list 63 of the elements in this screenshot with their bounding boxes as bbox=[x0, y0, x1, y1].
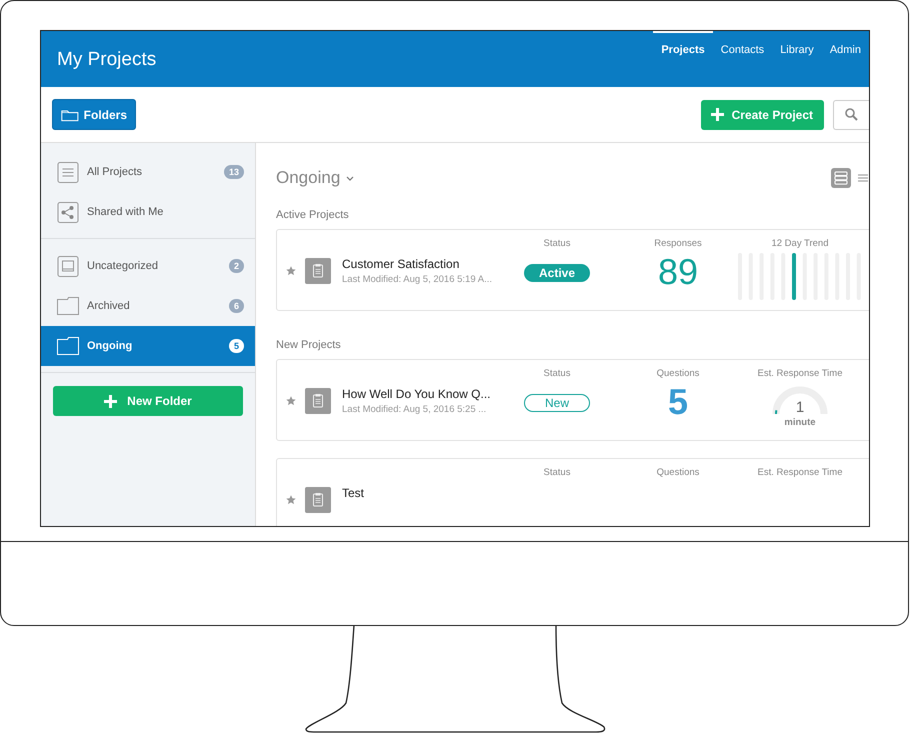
page-title: My Projects bbox=[57, 49, 156, 71]
sidebar-item[interactable]: Shared with Me bbox=[41, 192, 255, 232]
list-icon bbox=[858, 173, 868, 183]
metric-value: 5 bbox=[668, 382, 688, 422]
column-label: Questions bbox=[656, 467, 700, 478]
column-label: Status bbox=[544, 238, 570, 249]
tray-icon bbox=[57, 256, 79, 276]
project-card[interactable]: Test Status Questions Est. Response Time bbox=[276, 458, 869, 526]
column-label: Est. Response Time bbox=[757, 467, 842, 478]
column-label: Status bbox=[544, 467, 570, 478]
chevron-down-icon bbox=[346, 176, 354, 180]
gauge-unit: minute bbox=[784, 417, 816, 428]
folder-icon bbox=[57, 337, 79, 355]
column-label: Questions bbox=[656, 368, 700, 379]
share-icon bbox=[57, 202, 79, 222]
new-folder-button[interactable]: New Folder bbox=[53, 386, 243, 416]
status-badge: New bbox=[524, 394, 590, 412]
nav-tab[interactable]: Contacts bbox=[712, 31, 772, 56]
nav-tab[interactable]: Admin bbox=[822, 31, 869, 56]
last-modified-text: Last Modified: Aug 5, 2016 5:19 A... bbox=[342, 274, 493, 285]
last-modified-text: Last Modified: Aug 5, 2016 5:25 ... bbox=[342, 404, 488, 415]
sidebar-item[interactable]: Archived 6 bbox=[41, 286, 255, 326]
section-heading: Active Projects bbox=[276, 209, 350, 221]
metric-value: 89 bbox=[658, 252, 698, 292]
sidebar-item[interactable]: All Projects 13 bbox=[41, 152, 255, 192]
star-icon[interactable] bbox=[286, 396, 296, 406]
column-label: Responses bbox=[654, 238, 702, 249]
folder-icon bbox=[57, 297, 79, 315]
section-heading: New Projects bbox=[276, 339, 342, 351]
project-title: Test bbox=[342, 486, 366, 500]
count-badge: 13 bbox=[224, 165, 244, 179]
gauge-value: 1 bbox=[796, 399, 804, 416]
project-title: How Well Do You Know Q... bbox=[342, 387, 492, 401]
search-icon bbox=[845, 108, 858, 121]
folder-dropdown[interactable]: Ongoing bbox=[276, 168, 354, 188]
count-badge: 5 bbox=[228, 339, 244, 353]
plus-icon bbox=[710, 108, 724, 121]
clipboard-icon bbox=[305, 388, 331, 414]
column-label: Est. Response Time bbox=[757, 368, 842, 379]
nav-tab[interactable]: Library bbox=[772, 31, 822, 56]
plus-icon bbox=[104, 394, 118, 408]
project-card[interactable]: How Well Do You Know Q... Last Modified: Aug 5, 2016 5:25 ... Status New Questions 5 Est. Response Time 1 minute bbox=[276, 359, 869, 441]
gauge-track bbox=[772, 386, 828, 414]
card-view-toggle[interactable] bbox=[831, 168, 851, 188]
list-icon bbox=[57, 162, 79, 182]
create-project-button[interactable]: Create Project bbox=[700, 100, 824, 130]
star-icon[interactable] bbox=[286, 266, 296, 276]
folders-button[interactable]: Folders bbox=[52, 99, 136, 130]
count-badge: 6 bbox=[228, 299, 244, 313]
sidebar-item[interactable]: Ongoing 5 bbox=[41, 326, 255, 366]
stacked-rows-icon bbox=[834, 171, 848, 185]
search-button[interactable] bbox=[833, 100, 869, 130]
column-label: 12 Day Trend bbox=[771, 238, 829, 249]
clipboard-icon bbox=[305, 487, 331, 513]
project-title: Customer Satisfaction bbox=[342, 257, 460, 271]
column-label: Status bbox=[544, 368, 570, 379]
nav-tab[interactable]: Projects bbox=[653, 31, 713, 56]
clipboard-icon bbox=[305, 258, 331, 284]
count-badge: 2 bbox=[228, 259, 244, 273]
project-card[interactable]: Customer Satisfaction Last Modified: Aug 5, 2016 5:19 A... Status Active Responses 89 12 Day Trend bbox=[276, 229, 869, 311]
star-icon[interactable] bbox=[286, 495, 296, 505]
sidebar-item[interactable]: Uncategorized 2 bbox=[41, 246, 255, 286]
status-badge: Active bbox=[524, 264, 590, 282]
